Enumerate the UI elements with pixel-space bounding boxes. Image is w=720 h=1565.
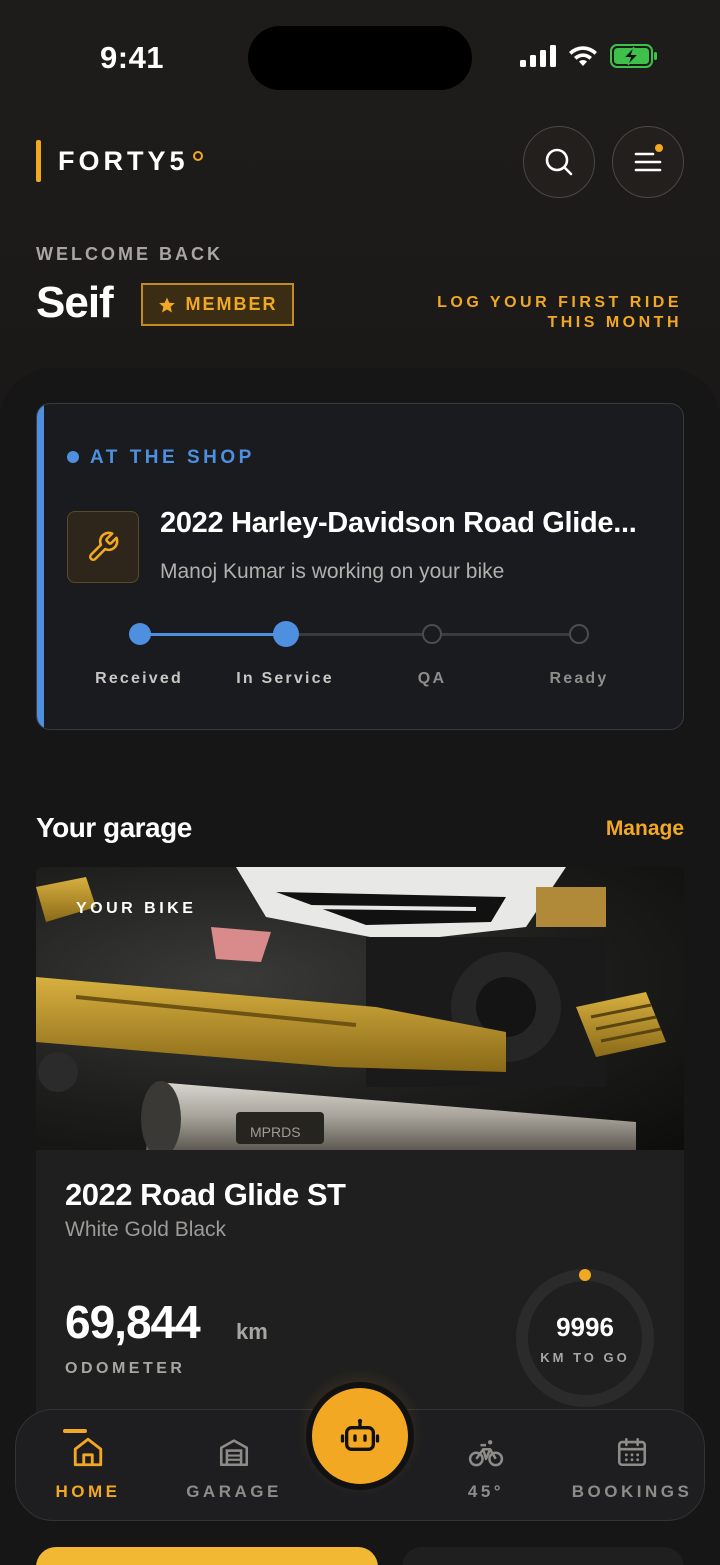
nav-45-label: 45° (467, 1482, 505, 1501)
nav-bookings-label: BOOKINGS (571, 1482, 693, 1501)
shop-status-label: AT THE SHOP (90, 447, 255, 468)
shop-card-accent (37, 404, 44, 729)
garage-section-title: Your garage (36, 812, 192, 843)
log-ride-line1: LOG YOUR FIRST RIDE (437, 294, 682, 311)
bike-colorway: White Gold Black (65, 1218, 227, 1241)
nav-garage-label: GARAGE (186, 1482, 282, 1501)
step-label-in-service: In Service (236, 670, 334, 687)
home-icon (73, 1437, 103, 1467)
your-bike-badge: YOUR BIKE (76, 900, 197, 917)
service-remaining-label: KM TO GO (540, 1350, 630, 1365)
step-label-ready: Ready (549, 670, 609, 687)
member-badge-label: MEMBER (185, 294, 278, 314)
wrench-icon-box (67, 511, 139, 583)
service-progress-marker (579, 1269, 591, 1281)
member-badge: MEMBER (141, 283, 294, 326)
nav-active-indicator (63, 1429, 87, 1433)
notification-dot (655, 144, 663, 152)
garage-icon (219, 1439, 249, 1467)
calendar-icon (617, 1437, 647, 1467)
brand-degree-mark (193, 151, 203, 161)
odometer-value: 69,844 (65, 1296, 201, 1348)
odometer-unit: km (236, 1319, 268, 1344)
mechanic-status: Manoj Kumar is working on your bike (160, 560, 505, 583)
assistant-button[interactable] (306, 1382, 414, 1490)
welcome-label: WELCOME BACK (36, 244, 223, 264)
battery-charging-icon (610, 44, 657, 68)
log-ride-line2: THIS MONTH (547, 314, 682, 331)
nav-45[interactable]: 45° (416, 1432, 556, 1502)
log-ride-link[interactable]: LOG YOUR FIRST RIDE THIS MONTH (437, 293, 682, 333)
shop-status-dot (67, 451, 79, 463)
brand-logo: FORTY5 (58, 146, 189, 176)
step-dot-received (129, 623, 151, 645)
menu-icon (634, 152, 662, 172)
nav-garage[interactable]: GARAGE (164, 1432, 304, 1502)
secondary-action-peek[interactable] (402, 1547, 684, 1565)
service-bike-title: 2022 Harley-Davidson Road Glide... (160, 507, 637, 539)
bike-card[interactable]: MPRDS YOUR BIKE 2022 Road Glide ST White… (36, 867, 684, 1427)
wifi-icon (569, 46, 597, 66)
shop-status-card[interactable]: AT THE SHOP 2022 Harley-Davidson Road Gl… (36, 403, 684, 730)
bike-name: 2022 Road Glide ST (65, 1177, 346, 1212)
odometer-label: ODOMETER (65, 1360, 186, 1377)
menu-button[interactable] (612, 126, 684, 198)
svg-text:MPRDS: MPRDS (250, 1124, 301, 1140)
search-button[interactable] (523, 126, 595, 198)
step-label-received: Received (95, 670, 183, 687)
wrench-icon (89, 531, 119, 561)
progress-track-complete (140, 633, 286, 636)
step-dot-ready (569, 624, 589, 644)
dynamic-island (248, 26, 472, 90)
brand-accent-bar (36, 140, 41, 182)
primary-action-peek[interactable] (36, 1547, 378, 1565)
step-dot-in-service (273, 621, 299, 647)
nav-home[interactable]: HOME (18, 1432, 158, 1502)
status-icons (520, 44, 658, 68)
step-dot-qa (422, 624, 442, 644)
nav-home-label: HOME (55, 1482, 121, 1501)
nav-bookings[interactable]: BOOKINGS (562, 1432, 702, 1502)
robot-icon (340, 1418, 380, 1451)
signal-icon (520, 45, 556, 67)
search-icon (545, 148, 573, 176)
manage-garage-link[interactable]: Manage (606, 817, 684, 841)
service-remaining-value: 9996 (556, 1312, 614, 1342)
step-label-qa: QA (417, 670, 447, 687)
user-name: Seif (36, 278, 114, 327)
bike-photo: MPRDS YOUR BIKE (36, 867, 684, 1150)
bicycle-icon (468, 1440, 504, 1467)
star-icon (158, 297, 175, 312)
status-time: 9:41 (100, 40, 165, 75)
